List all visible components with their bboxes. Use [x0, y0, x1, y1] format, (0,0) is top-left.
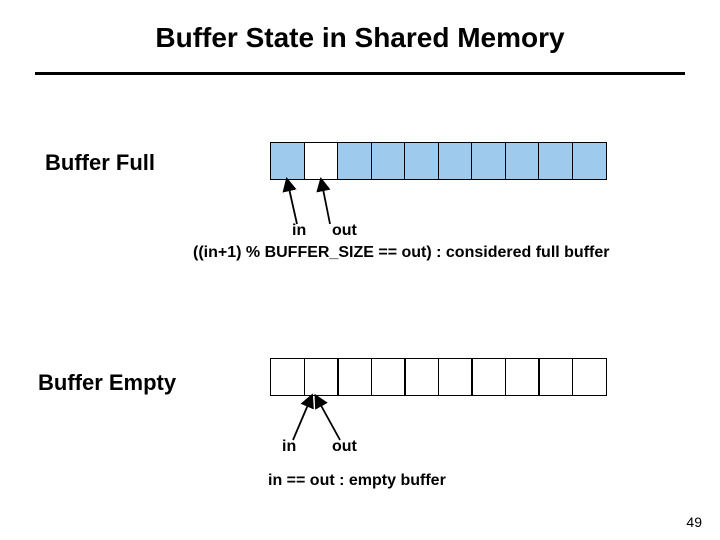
page-number: 49	[686, 514, 702, 530]
buffer-cell	[538, 142, 573, 180]
buffer-cell	[572, 358, 607, 396]
buffer-cell	[505, 142, 540, 180]
buffer-cell	[304, 358, 339, 396]
buffer-empty-formula: in == out : empty buffer	[268, 472, 446, 490]
title-divider	[35, 72, 685, 75]
buffer-cell	[471, 358, 506, 396]
out-pointer-label: out	[332, 438, 357, 456]
buffer-empty-label: Buffer Empty	[38, 370, 176, 396]
in-pointer-label: in	[292, 222, 306, 240]
buffer-cell	[438, 142, 473, 180]
buffer-empty-diagram	[270, 358, 607, 396]
buffer-cell	[572, 142, 607, 180]
buffer-cell	[404, 142, 439, 180]
buffer-cell	[337, 142, 372, 180]
in-pointer-label: in	[282, 438, 296, 456]
slide-title: Buffer State in Shared Memory	[0, 0, 720, 54]
buffer-full-arrows	[270, 180, 390, 233]
buffer-cell	[404, 358, 439, 396]
buffer-cell	[438, 358, 473, 396]
out-pointer-label: out	[332, 222, 357, 240]
buffer-full-label: Buffer Full	[45, 150, 155, 176]
buffer-cell	[371, 142, 406, 180]
buffer-cell	[505, 358, 540, 396]
buffer-cell	[337, 358, 372, 396]
buffer-cell	[471, 142, 506, 180]
buffer-cell	[270, 142, 305, 180]
buffer-cell	[304, 142, 339, 180]
buffer-cell	[371, 358, 406, 396]
buffer-cell	[270, 358, 305, 396]
buffer-cell	[538, 358, 573, 396]
buffer-full-diagram	[270, 142, 607, 180]
buffer-full-formula: ((in+1) % BUFFER_SIZE == out) : consider…	[193, 244, 609, 262]
